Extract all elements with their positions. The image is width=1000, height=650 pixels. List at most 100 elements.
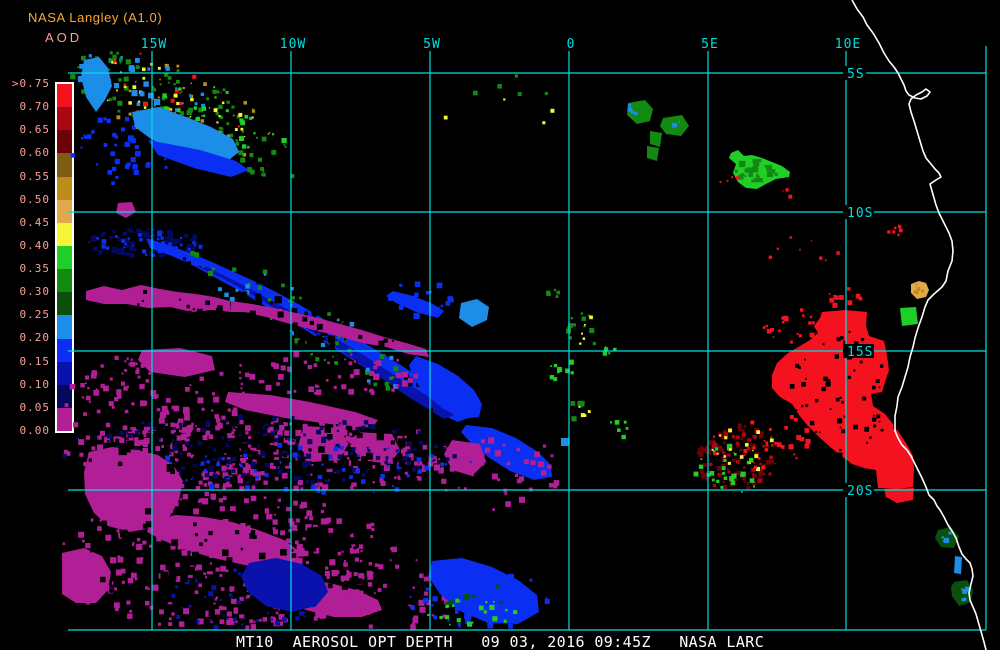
aod-speckle	[96, 238, 100, 241]
aod-speckle	[158, 249, 163, 253]
aod-speckle	[184, 579, 190, 585]
aod-speckle	[220, 587, 225, 591]
aod-speckle	[361, 576, 365, 580]
aod-speckle	[158, 243, 162, 247]
aod-speckle	[114, 235, 118, 238]
aod-speckle	[361, 473, 366, 478]
aod-speckle	[183, 406, 190, 414]
aod-speckle	[106, 440, 110, 443]
aod-speckle	[361, 456, 368, 463]
aod-speckle	[169, 508, 174, 513]
aod-speckle	[369, 370, 375, 376]
aod-speckle	[163, 426, 166, 430]
aod-speckle	[387, 296, 392, 301]
aod-speckle	[282, 580, 287, 586]
aod-speckle	[751, 480, 757, 485]
aod-speckle	[273, 278, 279, 283]
aod-speckle	[353, 359, 358, 364]
aod-speckle	[187, 424, 194, 431]
aod-speckle	[304, 593, 307, 596]
aod-speckle	[170, 544, 176, 550]
aod-speckle	[151, 142, 154, 145]
aod-speckle	[471, 584, 475, 588]
aod-speckle	[303, 437, 309, 443]
aod-speckle	[417, 463, 423, 468]
aod-speckle	[731, 473, 737, 479]
aod-speckle	[176, 238, 181, 244]
aod-speckle	[253, 620, 256, 623]
aod-speckle	[290, 308, 298, 316]
aod-speckle	[144, 357, 149, 362]
aod-speckle	[125, 245, 129, 249]
aod-speckle	[187, 573, 193, 578]
aod-speckle	[837, 418, 843, 424]
aod-speckle	[352, 482, 357, 487]
aod-speckle	[451, 604, 455, 607]
legend-tick-label: 0.30	[19, 285, 50, 299]
aod-speckle	[349, 548, 356, 554]
aod-speckle	[414, 292, 419, 298]
aod-speckle	[142, 299, 145, 302]
aod-speckle	[354, 332, 358, 336]
aod-speckle	[785, 188, 789, 192]
aod-speckle	[296, 544, 303, 551]
aod-speckle	[123, 85, 127, 89]
aod-speckle	[348, 437, 355, 444]
aod-speckle	[123, 386, 128, 391]
aod-speckle	[251, 109, 256, 113]
aod-speckle	[231, 469, 236, 474]
aod-speckle	[154, 394, 159, 398]
aod-speckle	[398, 305, 404, 310]
aod-speckle	[443, 443, 446, 446]
aod-speckle	[201, 103, 206, 108]
aod-speckle	[395, 449, 400, 453]
aod-speckle	[166, 150, 173, 157]
aod-speckle	[824, 448, 827, 451]
aod-speckle	[162, 93, 167, 98]
aod-speckle	[83, 134, 86, 138]
aod-speckle	[188, 93, 191, 96]
aod-speckle	[270, 462, 276, 469]
aod-speckle	[231, 145, 235, 149]
aod-speckle	[197, 499, 202, 503]
aod-speckle	[550, 454, 554, 458]
aod-speckle	[497, 84, 502, 89]
aod-speckle	[221, 415, 226, 420]
aod-speckle	[170, 430, 175, 434]
aod-speckle	[257, 476, 261, 481]
aod-speckle	[759, 471, 764, 476]
aod-speckle	[125, 59, 131, 65]
aod-speckle	[129, 429, 132, 432]
aod-speckle	[167, 81, 170, 84]
aod-speckle	[264, 508, 270, 514]
aod-speckle	[392, 457, 394, 460]
aod-speckle	[252, 481, 256, 484]
aod-speckle	[288, 518, 294, 524]
aod-speckle	[227, 323, 233, 330]
aod-speckle	[175, 458, 179, 462]
aod-speckle	[821, 386, 826, 392]
aod-speckle	[95, 435, 98, 438]
aod-speckle	[485, 601, 488, 604]
aod-speckle	[169, 108, 173, 111]
aod-speckle	[496, 588, 500, 592]
aod-speckle	[494, 450, 501, 457]
aod-region	[138, 348, 215, 377]
aod-speckle	[319, 613, 325, 619]
aod-speckle	[262, 331, 265, 334]
aod-speckle	[196, 564, 202, 571]
aod-speckle	[897, 233, 900, 237]
aod-speckle	[840, 336, 844, 340]
aod-speckle	[273, 513, 276, 516]
aod-speckle	[245, 431, 249, 435]
aod-speckle	[148, 372, 151, 375]
aod-speckle	[126, 243, 130, 247]
aod-speckle	[341, 321, 345, 325]
aod-speckle	[433, 615, 438, 620]
aod-speckle	[282, 569, 289, 576]
aod-speckle	[169, 469, 174, 474]
aod-speckle	[266, 568, 271, 573]
aod-speckle	[517, 92, 522, 97]
aod-speckle	[273, 459, 280, 466]
aod-speckle	[178, 422, 183, 427]
